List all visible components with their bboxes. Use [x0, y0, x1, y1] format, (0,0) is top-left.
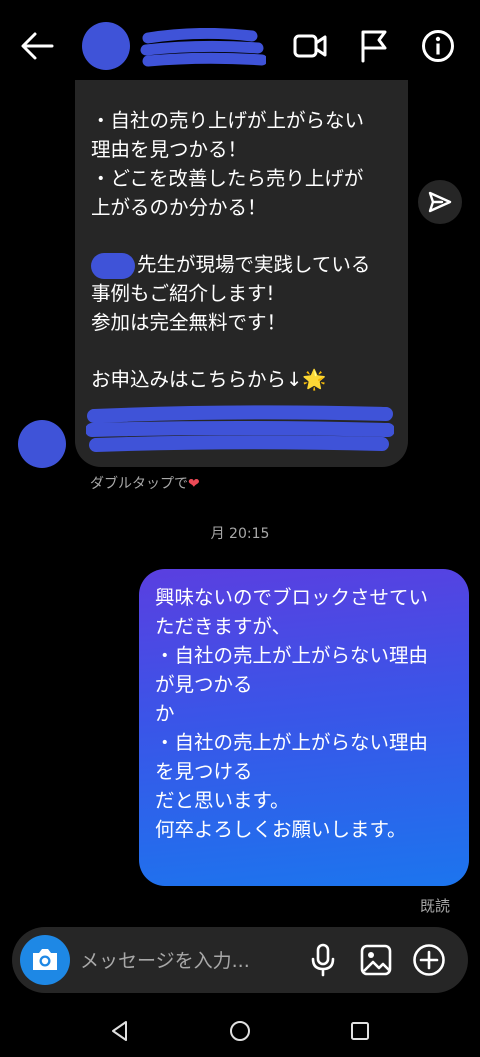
nav-home-icon[interactable]: [228, 1019, 252, 1043]
message-line: ・自社の売上が上がらない理由: [155, 731, 429, 754]
contact-avatar[interactable]: [82, 22, 130, 70]
message-line: 興味ないのでブロックさせてい: [155, 586, 429, 609]
message-line: 参加は完全無料です！: [91, 311, 287, 334]
info-icon[interactable]: [420, 28, 456, 64]
link-redacted[interactable]: [86, 404, 394, 458]
microphone-icon[interactable]: [306, 942, 340, 978]
nav-back-icon[interactable]: [108, 1019, 132, 1043]
message-line: ただきますが、: [155, 615, 292, 638]
heart-icon: ❤: [188, 476, 200, 492]
message-timestamp: 月 20:15: [210, 526, 270, 542]
message-line: 何卒よろしくお願いします。: [155, 818, 407, 841]
video-camera-icon[interactable]: [292, 28, 328, 64]
redacted-name: [91, 252, 135, 279]
arrow-left-icon[interactable]: [18, 28, 56, 64]
double-tap-hint: ダブルタップで❤: [90, 473, 200, 493]
message-line-text: 先生が現場で実践している: [137, 253, 371, 276]
message-line-text: お申込みはこちらから↓: [91, 368, 303, 391]
camera-button[interactable]: [20, 935, 70, 985]
message-line: か: [155, 702, 175, 725]
contact-name-redacted[interactable]: [140, 28, 266, 68]
message-line: お申込みはこちらから↓🌟: [91, 365, 394, 394]
message-line: を見つける: [155, 760, 253, 783]
message-line: だと思います。: [155, 789, 290, 812]
seen-status: 既読: [420, 897, 451, 915]
hint-text: ダブルタップで: [90, 476, 188, 492]
share-button[interactable]: [418, 180, 462, 224]
message-line: 上がるのか分かる！: [91, 196, 267, 219]
send-icon: [428, 191, 452, 213]
message-line: ・自社の売上が上がらない理由: [155, 644, 429, 667]
message-line: ・自社の売り上げが上がらない: [91, 109, 365, 132]
message-line: 先生が現場で実践している: [91, 250, 394, 279]
sender-avatar[interactable]: [18, 420, 66, 468]
flag-icon[interactable]: [356, 28, 392, 64]
message-line: ・どこを改善したら売り上げが: [91, 167, 364, 190]
outgoing-message-bubble[interactable]: 興味ないのでブロックさせてい ただきますが、 ・自社の売上が上がらない理由 が見…: [139, 569, 469, 886]
star-emoji: 🌟: [302, 368, 327, 391]
plus-circle-icon[interactable]: [411, 942, 447, 978]
nav-recents-icon[interactable]: [349, 1020, 371, 1042]
message-input[interactable]: [80, 945, 280, 977]
camera-icon: [33, 949, 57, 970]
message-line: が見つかる: [155, 673, 253, 696]
image-icon[interactable]: [358, 942, 394, 978]
message-line: 事例もご紹介します!: [91, 282, 275, 305]
message-line: 理由を見つかる！: [91, 138, 248, 161]
